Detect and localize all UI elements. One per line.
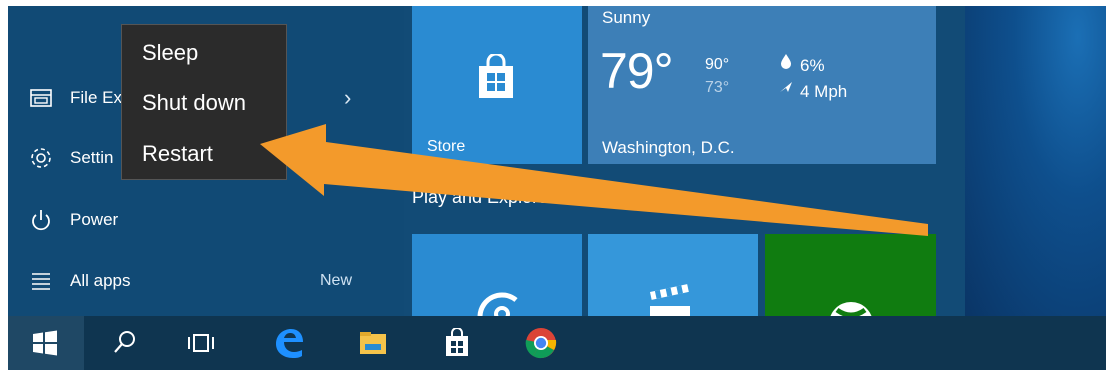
tile-movies-tv[interactable] (588, 234, 758, 316)
tile-group-title: Play and Explore (412, 187, 549, 207)
file-explorer-icon[interactable] (358, 328, 388, 358)
search-icon[interactable] (110, 328, 140, 358)
tile-label: Store (427, 138, 466, 155)
menu-item-restart[interactable]: Restart (122, 131, 286, 177)
gear-icon (28, 145, 54, 171)
start-item-label: All apps (70, 271, 131, 290)
tile-xbox[interactable] (765, 234, 936, 346)
wind-direction-icon (778, 80, 794, 99)
weather-low: 73° (705, 79, 730, 96)
weather-temperature: 79° (600, 43, 674, 99)
start-item-label: File Ex (70, 88, 122, 107)
edge-icon[interactable] (272, 326, 306, 360)
start-item-label: Settin (70, 148, 114, 167)
start-item-label: Power (70, 210, 119, 229)
music-disc-icon (477, 292, 518, 322)
raindrop-icon (780, 53, 792, 74)
chrome-icon[interactable] (524, 326, 558, 360)
tile-weather[interactable]: Sunny 79° 90° 73° 6% 4 Mph Washington, D… (588, 6, 936, 164)
tile-store[interactable]: Store (412, 6, 582, 164)
power-options-menu: Sleep Shut down Restart (121, 24, 287, 180)
all-apps-icon (28, 268, 54, 294)
desktop-background (965, 6, 1106, 316)
taskbar (8, 316, 1106, 370)
weather-condition: Sunny (602, 8, 651, 27)
weather-city: Washington, D.C. (602, 138, 735, 157)
menu-item-sleep[interactable]: Sleep (122, 30, 286, 76)
task-view-icon[interactable] (186, 328, 216, 358)
file-explorer-icon (28, 85, 54, 111)
weather-precipitation: 6% (800, 56, 825, 75)
weather-high: 90° (705, 56, 730, 73)
start-button[interactable] (8, 316, 84, 370)
xbox-icon (829, 302, 873, 346)
windows-start-icon (33, 330, 57, 356)
chevron-right-icon[interactable]: › (344, 85, 351, 111)
clapperboard-icon (650, 284, 690, 316)
weather-wind: 4 Mph (800, 82, 848, 101)
store-icon[interactable] (442, 328, 472, 358)
menu-item-shut-down[interactable]: Shut down (122, 80, 286, 126)
new-badge: New (319, 272, 352, 289)
store-icon (474, 52, 518, 105)
screenshot-frame: File Ex › Settin Power All apps New Stor… (8, 6, 1106, 370)
power-icon (28, 207, 54, 233)
start-item-power[interactable]: Power (8, 198, 388, 242)
tile-groove[interactable] (412, 234, 582, 322)
start-item-all-apps[interactable]: All apps New (8, 259, 388, 303)
